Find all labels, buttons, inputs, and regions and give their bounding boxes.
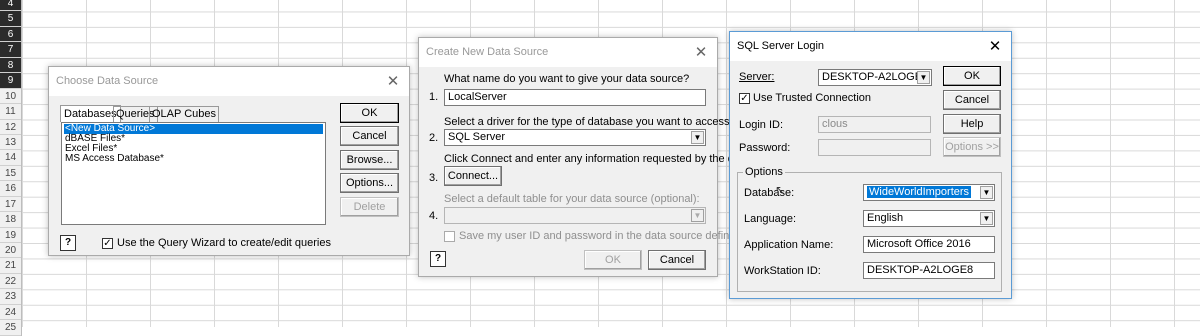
application-name-input[interactable]: Microsoft Office 2016 bbox=[863, 236, 995, 253]
save-credentials-checkbox[interactable] bbox=[444, 231, 455, 242]
row-header[interactable]: 23 bbox=[0, 289, 21, 305]
query-wizard-checkbox[interactable]: ✓ bbox=[102, 238, 113, 249]
tab-databases[interactable]: Databases bbox=[60, 105, 121, 122]
server-label-text: Server: bbox=[739, 71, 775, 83]
close-icon[interactable]: ✕ bbox=[691, 38, 711, 67]
row-header[interactable]: 9 bbox=[0, 73, 21, 89]
tab-label: Databases bbox=[64, 108, 117, 120]
database-select[interactable]: WideWorldImporters ▼ bbox=[863, 184, 995, 201]
row-header[interactable]: 4 bbox=[0, 0, 21, 12]
close-icon[interactable]: ✕ bbox=[383, 67, 403, 96]
delete-button[interactable]: Delete bbox=[340, 197, 399, 217]
browse-button[interactable]: Browse... bbox=[340, 150, 399, 170]
ok-button[interactable]: OK bbox=[943, 66, 1001, 86]
close-icon[interactable]: ✕ bbox=[985, 32, 1005, 61]
driver-select[interactable]: SQL Server ▼ bbox=[444, 129, 706, 146]
connect-button[interactable]: Connect... bbox=[444, 166, 502, 186]
row-header[interactable]: 7 bbox=[0, 42, 21, 58]
row-headers: 4 5 6 7 8 9 10 11 12 13 14 15 16 17 18 19 20 21 22 23 24 25 bbox=[0, 0, 22, 336]
language-label: Language: bbox=[744, 213, 796, 225]
step-number: 2. bbox=[429, 132, 439, 144]
row-header[interactable]: 19 bbox=[0, 228, 21, 243]
workstation-id-label: WorkStation ID: bbox=[744, 265, 821, 277]
driver-value: SQL Server bbox=[448, 131, 506, 143]
row-header[interactable]: 25 bbox=[0, 320, 21, 336]
database-value: WideWorldImporters bbox=[867, 186, 972, 198]
trusted-connection-label: Use Trusted Connection bbox=[753, 92, 872, 104]
cancel-button[interactable]: Cancel bbox=[340, 126, 399, 146]
tab-olap-cubes[interactable]: OLAP Cubes bbox=[149, 106, 220, 122]
workstation-id-input[interactable]: DESKTOP-A2LOGE8 bbox=[863, 262, 995, 279]
row-header[interactable]: 17 bbox=[0, 197, 21, 213]
password-label: Password: bbox=[739, 142, 791, 154]
row-header[interactable]: 13 bbox=[0, 135, 21, 151]
cancel-button[interactable]: Cancel bbox=[943, 90, 1001, 110]
help-icon[interactable]: ? bbox=[60, 235, 76, 251]
password-input[interactable] bbox=[818, 139, 931, 156]
sql-server-login-dialog: SQL Server Login ✕ Server: DESKTOP-A2LOG… bbox=[729, 31, 1012, 299]
ok-button[interactable]: OK bbox=[584, 250, 642, 270]
chevron-down-icon: ▼ bbox=[691, 209, 704, 222]
step-number: 4. bbox=[429, 210, 439, 222]
row-header[interactable]: 18 bbox=[0, 212, 21, 228]
row-header[interactable]: 20 bbox=[0, 243, 21, 259]
tab-label: OLAP Cubes bbox=[152, 108, 217, 120]
row-header[interactable]: 10 bbox=[0, 89, 21, 105]
dialog-title: Choose Data Source bbox=[49, 67, 409, 96]
name-question: What name do you want to give your data … bbox=[444, 73, 690, 85]
table-question: Select a default table for your data sou… bbox=[444, 193, 700, 205]
server-value: DESKTOP-A2LOGE8 bbox=[822, 71, 929, 83]
connect-question: Click Connect and enter any information … bbox=[444, 153, 759, 165]
chevron-down-icon[interactable]: ▼ bbox=[691, 131, 704, 144]
row-header[interactable]: 6 bbox=[0, 26, 21, 43]
options-button[interactable]: Options... bbox=[340, 173, 399, 193]
create-new-data-source-dialog: Create New Data Source ✕ What name do yo… bbox=[418, 37, 758, 277]
help-icon[interactable]: ? bbox=[430, 251, 446, 267]
login-id-label: Login ID: bbox=[739, 119, 784, 131]
row-header[interactable]: 15 bbox=[0, 166, 21, 182]
trusted-connection-checkbox[interactable]: ✓ bbox=[739, 93, 750, 104]
data-source-list[interactable]: <New Data Source> dBASE Files* Excel Fil… bbox=[61, 122, 326, 225]
application-name-label: Application Name: bbox=[744, 239, 834, 251]
default-table-select[interactable]: ▼ bbox=[444, 207, 706, 224]
dialog-title: SQL Server Login bbox=[730, 32, 1011, 61]
server-select[interactable]: DESKTOP-A2LOGE8 ▼ bbox=[818, 69, 932, 86]
cancel-button[interactable]: Cancel bbox=[648, 250, 706, 270]
row-header[interactable]: 11 bbox=[0, 104, 21, 120]
row-header[interactable]: 22 bbox=[0, 274, 21, 290]
login-id-input[interactable]: clous bbox=[818, 116, 931, 133]
data-source-name-input[interactable]: LocalServer bbox=[444, 89, 706, 106]
cursor-icon: ↖ bbox=[775, 183, 786, 197]
chevron-down-icon[interactable]: ▼ bbox=[980, 212, 993, 225]
driver-question: Select a driver for the type of database… bbox=[444, 116, 733, 128]
database-label: Database: bbox=[744, 187, 795, 199]
dialog-title: Create New Data Source bbox=[419, 38, 717, 67]
query-wizard-label: Use the Query Wizard to create/edit quer… bbox=[117, 237, 331, 249]
row-header[interactable]: 5 bbox=[0, 11, 21, 27]
step-number: 3. bbox=[429, 172, 439, 184]
row-header[interactable]: 21 bbox=[0, 258, 21, 274]
row-header[interactable]: 16 bbox=[0, 181, 21, 197]
row-header[interactable]: 12 bbox=[0, 120, 21, 135]
step-number: 1. bbox=[429, 91, 439, 103]
save-credentials-label: Save my user ID and password in the data… bbox=[459, 230, 750, 242]
server-label: Server: bbox=[739, 71, 774, 83]
row-header[interactable]: 8 bbox=[0, 57, 21, 74]
help-button[interactable]: Help bbox=[943, 114, 1001, 134]
list-item[interactable]: MS Access Database* bbox=[64, 154, 323, 164]
ok-button[interactable]: OK bbox=[340, 103, 399, 123]
options-button[interactable]: Options >> bbox=[943, 137, 1001, 157]
options-group-label: Options bbox=[743, 166, 785, 178]
language-value: English bbox=[867, 212, 904, 224]
chevron-down-icon[interactable]: ▼ bbox=[917, 71, 930, 84]
row-header[interactable]: 14 bbox=[0, 150, 21, 166]
choose-data-source-dialog: Choose Data Source ✕ Databases Queries O… bbox=[48, 66, 410, 256]
row-header[interactable]: 24 bbox=[0, 305, 21, 321]
language-select[interactable]: English ▼ bbox=[863, 210, 995, 227]
chevron-down-icon[interactable]: ▼ bbox=[980, 186, 993, 199]
